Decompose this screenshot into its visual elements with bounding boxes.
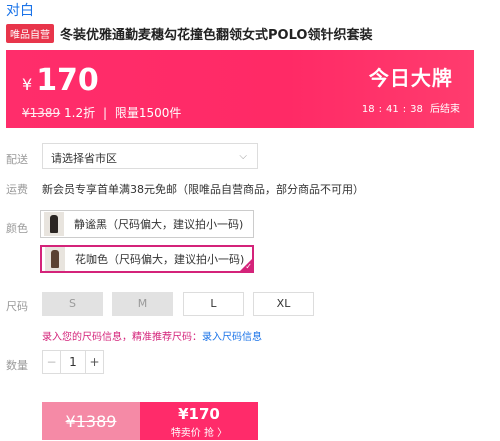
color-option-black[interactable]: 静谧黑（尺码偏大，建议拍小一码) [40, 210, 254, 238]
limit-text: 限量1500件 [114, 106, 182, 120]
color-thumbnail [44, 212, 64, 236]
discount-text: 1.2折 [64, 106, 96, 120]
size-option-s[interactable]: S [42, 292, 103, 316]
timer-seconds: 38 [410, 104, 423, 115]
self-operated-badge: 唯品自营 [6, 24, 54, 43]
timer-separator: : [402, 104, 407, 115]
sale-price: ¥ 170 [22, 63, 99, 98]
price-details: ¥1389 1.2折 | 限量1500件 [22, 104, 181, 121]
color-option-label: 花咖色（尺码偏大，建议拍小一码) [75, 253, 245, 266]
product-title: 冬装优雅通勤麦穗勾花撞色翻领女式POLO领针织套装 [60, 28, 373, 43]
price-separator: | [102, 106, 107, 120]
delivery-label: 配送 [6, 153, 28, 166]
price-banner: ¥ 170 ¥1389 1.2折 | 限量1500件 今日大牌 18:41:38… [6, 50, 474, 128]
buy-price: ¥170 [178, 405, 220, 423]
sale-price-value: 170 [36, 63, 99, 98]
product-title-row: 唯品自营 冬装优雅通勤麦穗勾花撞色翻领女式POLO领针织套装 [6, 24, 372, 43]
freight-info: 新会员专享首单满38元免邮（限唯品自营商品，部分商品不可用） [42, 183, 364, 196]
chevron-down-icon: ⌵ [239, 151, 247, 162]
brand-label[interactable]: 对白 [6, 0, 34, 20]
freight-label: 运费 [6, 183, 28, 196]
enter-size-link[interactable]: 录入尺码信息 [202, 332, 262, 343]
region-select-placeholder: 请选择省市区 [51, 152, 117, 165]
color-option-label: 静谧黑（尺码偏大，建议拍小一码) [74, 218, 244, 231]
buy-now-button[interactable]: ¥170 特卖价 抢 〉 [140, 402, 258, 440]
buy-cta-label: 特卖价 抢 〉 [170, 428, 228, 439]
size-recommendation-text: 录入您的尺码信息，精准推荐尺码： [42, 332, 202, 343]
color-option-brown[interactable]: 花咖色（尺码偏大，建议拍小一码) ✓ [40, 245, 254, 273]
timer-minutes: 41 [385, 104, 399, 115]
size-recommendation: 录入您的尺码信息，精准推荐尺码：录入尺码信息 [42, 328, 262, 343]
buy-original-price: ¥1389 [42, 402, 140, 440]
quantity-increase-button[interactable]: + [85, 351, 103, 373]
region-select[interactable]: 请选择省市区 ⌵ [42, 143, 258, 169]
flash-sale-title: 今日大牌 [368, 66, 453, 90]
timer-suffix: 后结束 [430, 104, 460, 115]
original-price: ¥1389 [22, 106, 61, 120]
quantity-input[interactable]: 1 [61, 351, 85, 373]
size-option-xl[interactable]: XL [253, 292, 314, 316]
buy-bar: ¥1389 ¥170 特卖价 抢 〉 [42, 402, 258, 440]
flash-sale-info: 今日大牌 18:41:38 后结束 [360, 62, 462, 115]
size-label: 尺码 [6, 300, 28, 313]
quantity-decrease-button[interactable]: − [43, 351, 61, 373]
color-thumbnail [45, 247, 65, 271]
color-label: 颜色 [6, 222, 28, 235]
size-option-l[interactable]: L [183, 292, 244, 316]
currency-symbol: ¥ [22, 75, 33, 94]
size-option-m[interactable]: M [112, 292, 173, 316]
check-icon: ✓ [245, 262, 252, 271]
quantity-label: 数量 [6, 359, 28, 372]
countdown-timer: 18:41:38 后结束 [360, 100, 462, 115]
quantity-stepper: − 1 + [42, 350, 104, 374]
timer-hours: 18 [361, 104, 375, 115]
timer-separator: : [378, 104, 382, 115]
